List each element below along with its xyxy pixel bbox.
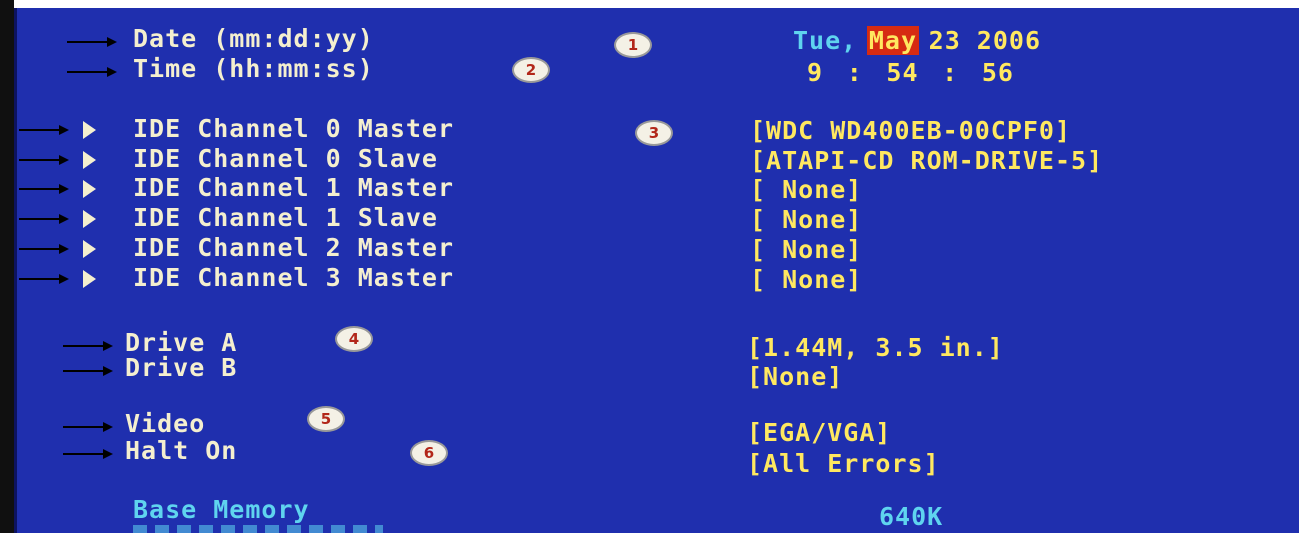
submenu-arrow-icon bbox=[83, 210, 96, 228]
badge-2: 2 bbox=[512, 57, 550, 83]
date-day: Tue, bbox=[793, 26, 858, 55]
submenu-arrow-icon bbox=[83, 240, 96, 258]
badge-4: 4 bbox=[335, 326, 373, 352]
date-label[interactable]: Date (mm:dd:yy) bbox=[133, 24, 374, 54]
drive-b-label[interactable]: Drive B bbox=[125, 353, 237, 383]
time-value[interactable]: 9 : 54 : 56 bbox=[807, 58, 1014, 88]
ide-channel-1-master-value: [ None] bbox=[750, 175, 863, 204]
ide-channel-0-slave-label[interactable]: IDE Channel 0 Slave bbox=[133, 144, 438, 174]
arrow-icon bbox=[19, 155, 69, 165]
time-sep: : bbox=[942, 58, 959, 87]
arrow-icon bbox=[67, 37, 117, 47]
ide-channel-3-master-value: [ None] bbox=[750, 265, 863, 294]
next-row-fragment bbox=[133, 525, 383, 533]
time-label[interactable]: Time (hh:mm:ss) bbox=[133, 54, 374, 84]
arrow-icon bbox=[63, 341, 113, 351]
base-memory-value: 640K bbox=[879, 502, 944, 531]
ide-channel-3-master-label[interactable]: IDE Channel 3 Master bbox=[133, 263, 454, 293]
ide-channel-0-slave-value: [ATAPI-CD ROM-DRIVE-5] bbox=[750, 146, 1104, 175]
submenu-arrow-icon bbox=[83, 151, 96, 169]
drive-a-value: [1.44M, 3.5 in.] bbox=[747, 333, 1004, 362]
ide-channel-2-master-value: [ None] bbox=[750, 235, 863, 264]
arrow-icon bbox=[67, 67, 117, 77]
date-value[interactable]: Tue, May 23 2006 bbox=[793, 26, 1041, 56]
ide-channel-1-slave-value: [ None] bbox=[750, 205, 863, 234]
video-value: [EGA/VGA] bbox=[747, 418, 892, 447]
ide-channel-2-master-label[interactable]: IDE Channel 2 Master bbox=[133, 233, 454, 263]
video-label[interactable]: Video bbox=[125, 409, 205, 439]
arrow-icon bbox=[19, 244, 69, 254]
submenu-arrow-icon bbox=[83, 270, 96, 288]
ide-channel-1-slave-label[interactable]: IDE Channel 1 Slave bbox=[133, 203, 438, 233]
arrow-icon bbox=[19, 214, 69, 224]
time-hours: 9 bbox=[807, 58, 824, 87]
time-seconds: 56 bbox=[981, 58, 1014, 87]
badge-1: 1 bbox=[614, 32, 652, 58]
arrow-icon bbox=[19, 184, 69, 194]
ide-channel-0-master-label[interactable]: IDE Channel 0 Master bbox=[133, 114, 454, 144]
arrow-icon bbox=[63, 449, 113, 459]
badge-6: 6 bbox=[410, 440, 448, 466]
drive-b-value: [None] bbox=[747, 362, 844, 391]
arrow-icon bbox=[63, 422, 113, 432]
badge-3: 3 bbox=[635, 120, 673, 146]
date-month[interactable]: May bbox=[866, 26, 920, 55]
arrow-icon bbox=[19, 274, 69, 284]
arrow-icon bbox=[19, 125, 69, 135]
monitor-bezel-edge bbox=[0, 0, 14, 533]
halt-on-value: [All Errors] bbox=[747, 449, 940, 478]
arrow-icon bbox=[63, 366, 113, 376]
base-memory-label: Base Memory bbox=[133, 495, 310, 524]
submenu-arrow-icon bbox=[83, 121, 96, 139]
ide-channel-1-master-label[interactable]: IDE Channel 1 Master bbox=[133, 173, 454, 203]
bios-setup-screen: Date (mm:dd:yy) 1 Tue, May 23 2006 Time … bbox=[14, 8, 1299, 533]
date-day-year: 23 2006 bbox=[928, 26, 1042, 55]
ide-channel-0-master-value: [WDC WD400EB-00CPF0] bbox=[750, 116, 1072, 145]
submenu-arrow-icon bbox=[83, 180, 96, 198]
badge-5: 5 bbox=[307, 406, 345, 432]
time-minutes: 54 bbox=[886, 58, 919, 87]
halt-on-label[interactable]: Halt On bbox=[125, 436, 237, 466]
time-sep: : bbox=[846, 58, 863, 87]
